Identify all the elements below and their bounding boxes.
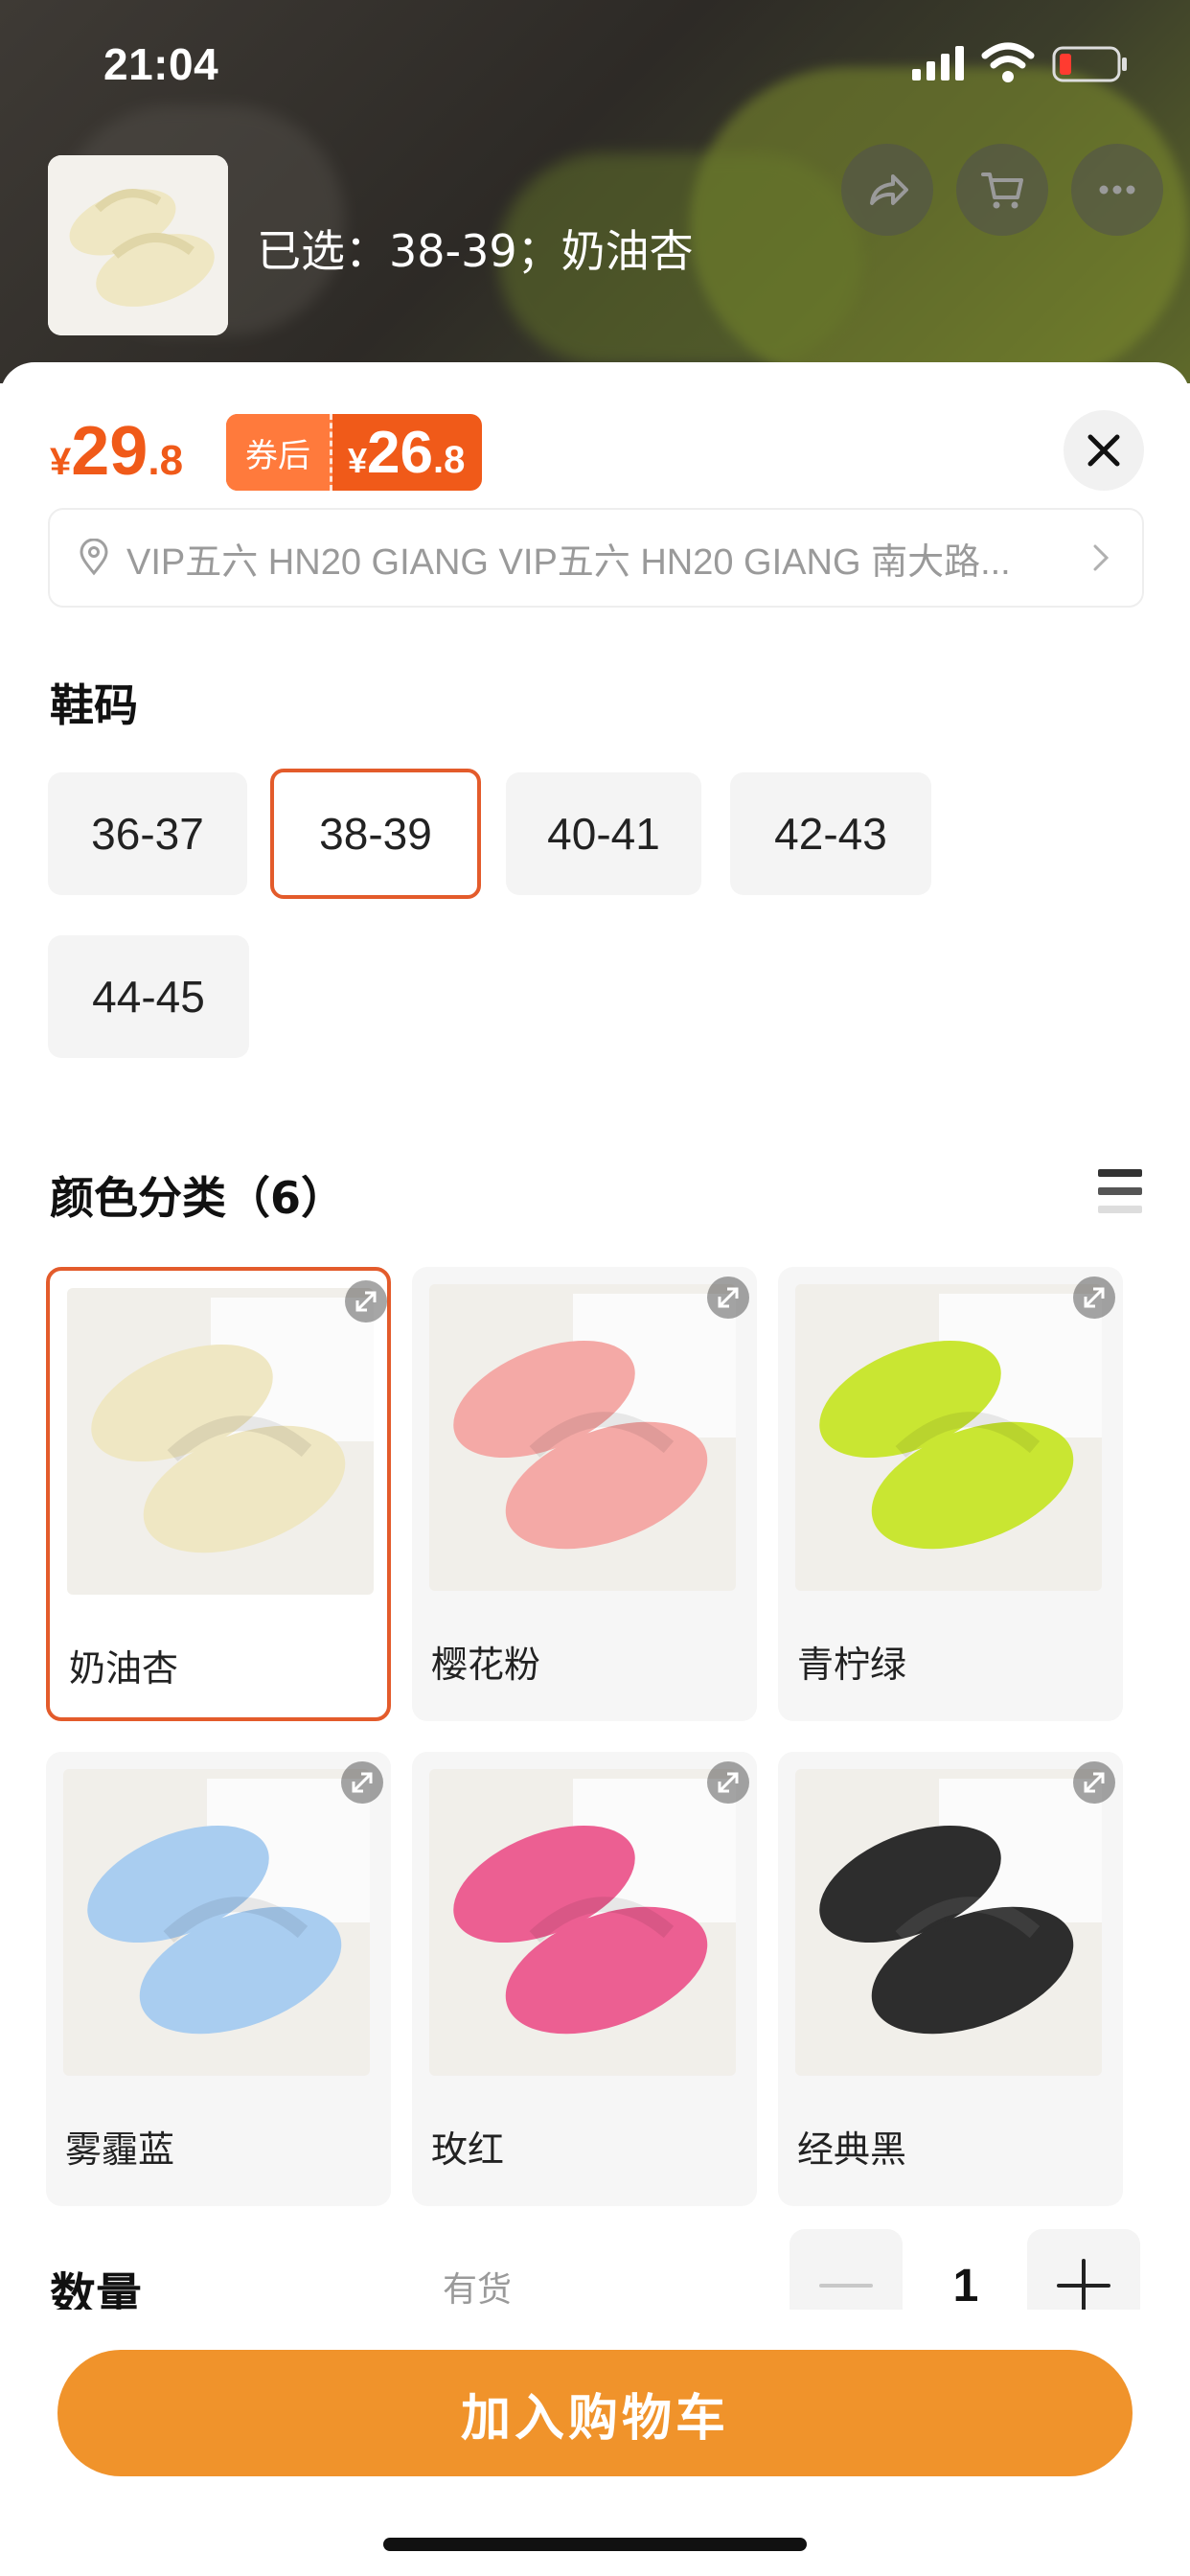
quantity-value[interactable]: 1: [937, 2260, 995, 2312]
color-section-title: 颜色分类（6）: [50, 1172, 346, 1224]
original-price: ¥29.8: [50, 412, 183, 491]
coupon-price: ¥26.8: [332, 419, 482, 487]
color-option-pink[interactable]: 樱花粉: [412, 1267, 757, 1721]
cellular-signal-icon: [912, 46, 964, 80]
selected-variant-text: 已选：38-39；奶油杏: [257, 225, 694, 277]
color-option-name: 樱花粉: [431, 1644, 541, 1686]
status-time: 21:04: [103, 39, 219, 89]
color-thumbnail: [795, 1769, 1102, 2076]
color-thumbnail: [429, 1769, 736, 2076]
color-option-name: 经典黑: [797, 2128, 907, 2171]
expand-icon[interactable]: [1073, 1761, 1115, 1804]
close-icon: [1087, 434, 1120, 467]
expand-icon[interactable]: [1073, 1276, 1115, 1319]
color-option-cream[interactable]: 奶油杏: [46, 1267, 391, 1721]
selected-product-thumbnail: [48, 155, 228, 335]
stock-status: 有货: [443, 2270, 513, 2310]
color-thumbnail: [429, 1284, 736, 1591]
delivery-address-text: VIP五六 HN20 GIANG VIP五六 HN20 GIANG 南大路...: [126, 541, 1011, 583]
battery-low-icon: [1052, 46, 1127, 82]
color-option-lime[interactable]: 青柠绿: [778, 1267, 1123, 1721]
add-to-cart-button[interactable]: 加入购物车: [57, 2350, 1133, 2476]
color-option-rose[interactable]: 玫红: [412, 1752, 757, 2206]
coupon-price-integer: 26: [367, 419, 433, 486]
coupon-currency: ¥: [348, 440, 368, 480]
size-option-44-45[interactable]: 44-45: [48, 935, 249, 1058]
expand-icon[interactable]: [341, 1761, 383, 1804]
location-pin-icon: [80, 539, 108, 576]
wifi-icon: [981, 42, 1035, 82]
more-dots-icon: [1099, 185, 1135, 195]
color-option-blue[interactable]: 雾霾蓝: [46, 1752, 391, 2206]
price-currency: ¥: [50, 441, 72, 483]
size-option-42-43[interactable]: 42-43: [730, 772, 931, 895]
plus-icon: [1057, 2259, 1110, 2312]
cart-button[interactable]: [956, 144, 1048, 236]
expand-icon[interactable]: [707, 1276, 749, 1319]
color-option-name: 玫红: [431, 2128, 505, 2171]
color-thumbnail: [67, 1288, 374, 1595]
size-section-title: 鞋码: [50, 679, 138, 731]
color-option-name: 雾霾蓝: [65, 2128, 175, 2171]
sku-selector-screen: 21:04 已选：38-39；奶油杏 ¥29.8 券后 ¥26.8 VIP五六 …: [0, 0, 1190, 2576]
share-button[interactable]: [841, 144, 933, 236]
color-option-name: 青柠绿: [797, 1644, 907, 1686]
coupon-price-decimal: .8: [433, 438, 466, 481]
chevron-right-icon: [1093, 544, 1110, 571]
color-option-name: 奶油杏: [69, 1647, 179, 1690]
color-option-black[interactable]: 经典黑: [778, 1752, 1123, 2206]
minus-icon: [819, 2284, 873, 2288]
color-thumbnail: [795, 1284, 1102, 1591]
coupon-label: 券后: [226, 414, 332, 491]
list-view-icon[interactable]: [1098, 1167, 1142, 1215]
coupon-price-badge: 券后 ¥26.8: [226, 414, 483, 491]
status-bar: 21:04: [0, 0, 1190, 125]
delivery-address-selector[interactable]: VIP五六 HN20 GIANG VIP五六 HN20 GIANG 南大路...: [48, 508, 1144, 608]
color-thumbnail: [63, 1769, 370, 2076]
price-decimal: .8: [148, 437, 184, 484]
price-integer: 29: [71, 413, 149, 490]
size-option-40-41[interactable]: 40-41: [506, 772, 701, 895]
expand-icon[interactable]: [707, 1761, 749, 1804]
expand-icon[interactable]: [345, 1280, 387, 1322]
home-indicator[interactable]: [383, 2538, 807, 2551]
size-option-36-37[interactable]: 36-37: [48, 772, 247, 895]
close-button[interactable]: [1064, 410, 1144, 491]
more-button[interactable]: [1071, 144, 1163, 236]
cart-icon: [981, 172, 1023, 209]
share-icon: [870, 174, 908, 205]
size-option-38-39[interactable]: 38-39: [270, 769, 481, 899]
